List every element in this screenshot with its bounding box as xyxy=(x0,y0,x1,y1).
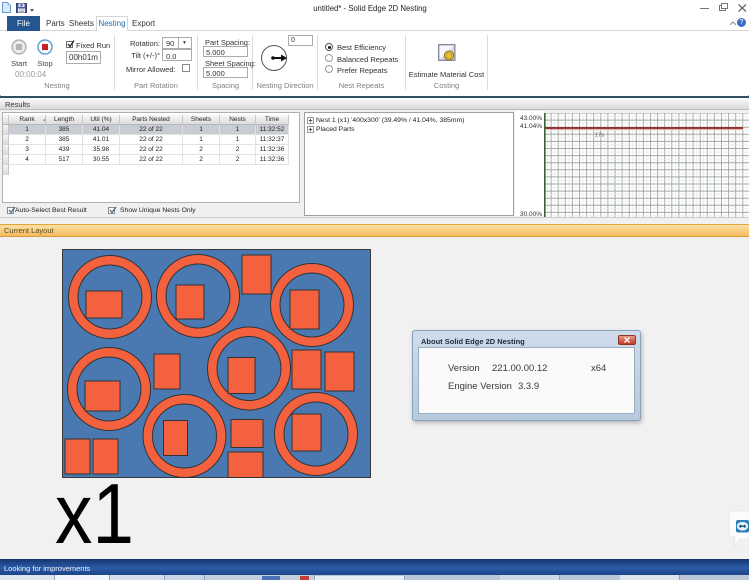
svg-text:17s: 17s xyxy=(595,133,604,139)
